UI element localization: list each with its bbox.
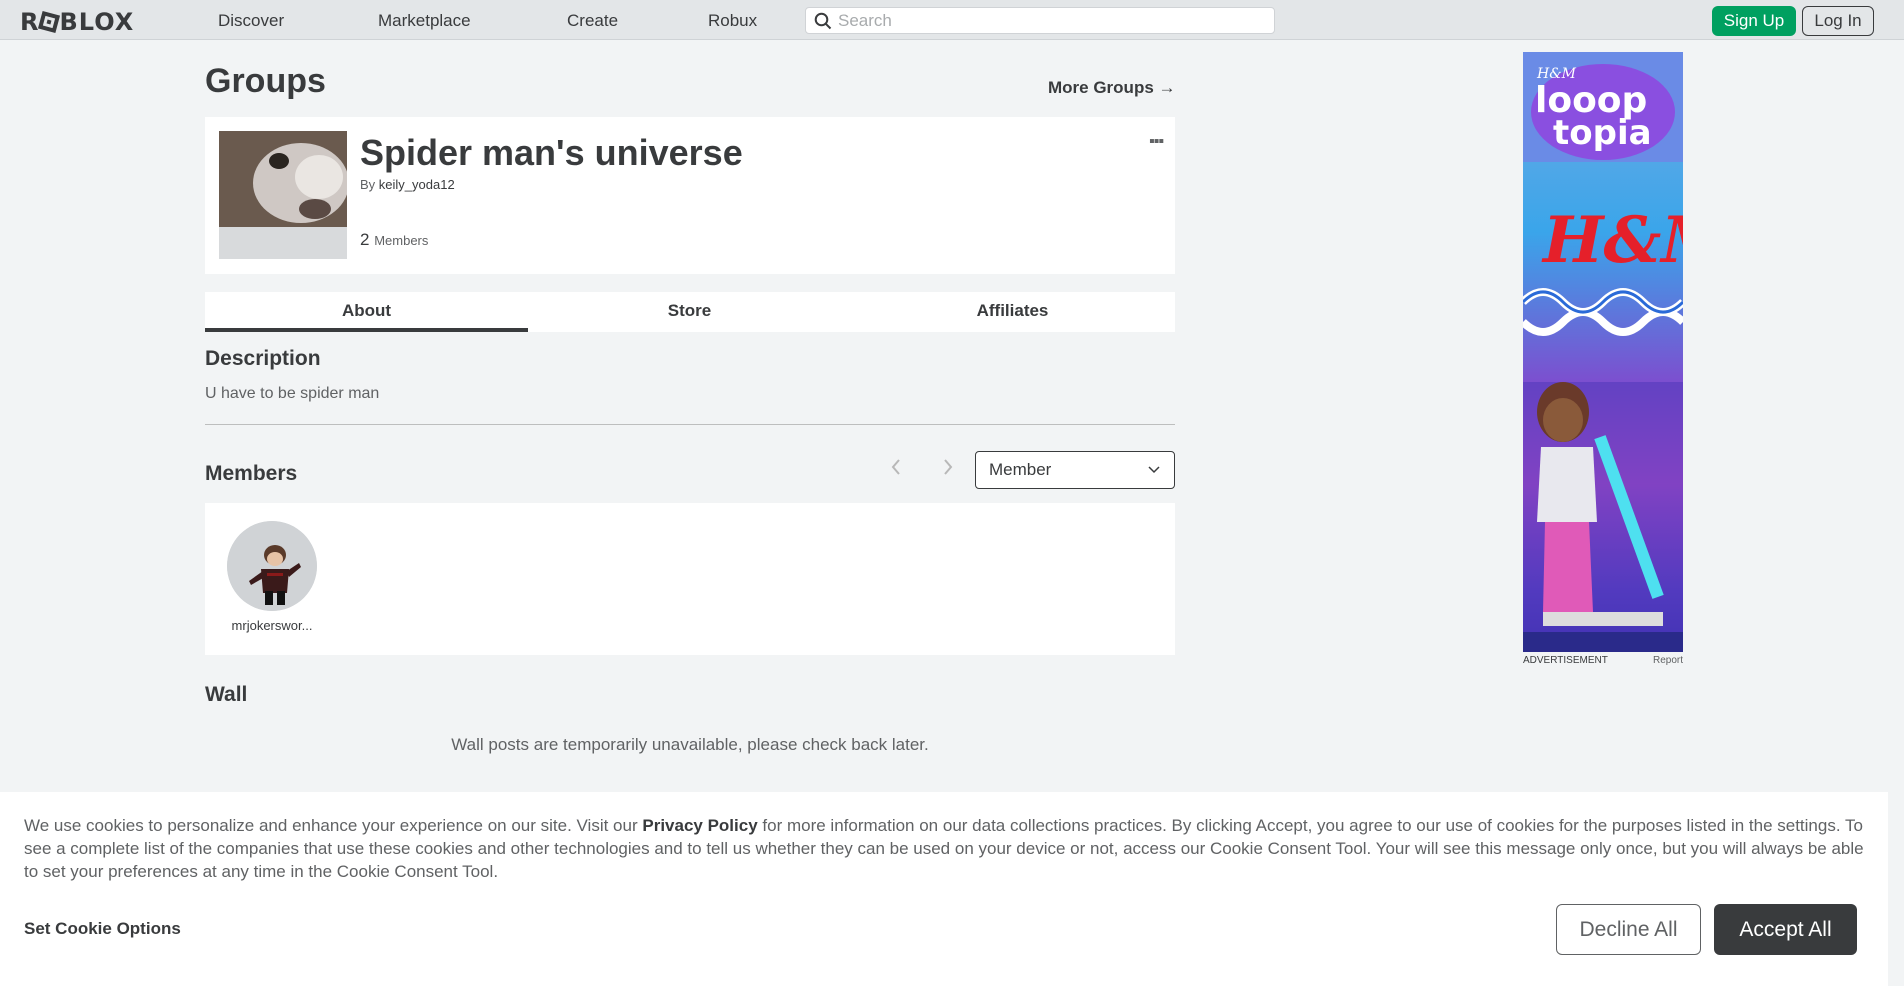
member-count-value: 2 — [360, 230, 370, 249]
avatar[interactable] — [227, 521, 317, 611]
wall-heading: Wall — [205, 683, 248, 706]
by-prefix: By — [360, 177, 376, 192]
scrollbar[interactable] — [1888, 40, 1904, 986]
chevron-left-icon[interactable] — [890, 458, 902, 482]
ad-brand-large: H&M — [1541, 203, 1683, 278]
group-header-card: Spider man's universe By keily_yoda12 2 … — [205, 117, 1175, 274]
nav-marketplace[interactable]: Marketplace — [378, 11, 471, 31]
description-heading: Description — [205, 347, 321, 370]
member-count-label: Members — [374, 233, 429, 248]
group-owner-line: By keily_yoda12 — [360, 177, 455, 192]
search-icon[interactable] — [814, 12, 832, 30]
group-emblem-image — [219, 131, 347, 259]
nav-create[interactable]: Create — [567, 11, 618, 31]
accept-all-button[interactable]: Accept All — [1714, 904, 1857, 955]
cookie-text-before: We use cookies to personalize and enhanc… — [24, 816, 643, 835]
nav-discover[interactable]: Discover — [218, 11, 284, 31]
chevron-right-icon[interactable] — [942, 458, 954, 482]
search-box — [805, 7, 1275, 34]
members-list: mrjokerswor... — [205, 503, 1175, 655]
divider — [205, 424, 1175, 425]
role-dropdown[interactable]: Member — [975, 451, 1175, 489]
page-title: Groups — [205, 62, 326, 100]
sign-up-button[interactable]: Sign Up — [1712, 6, 1796, 36]
set-cookie-options-link[interactable]: Set Cookie Options — [24, 919, 181, 939]
log-in-button[interactable]: Log In — [1802, 6, 1874, 36]
tab-about[interactable]: About — [205, 292, 528, 332]
search-input[interactable] — [838, 8, 1268, 33]
ad-headline-2: topia — [1553, 113, 1652, 153]
group-tabs: About Store Affiliates — [205, 292, 1175, 332]
description-text: U have to be spider man — [205, 385, 380, 402]
members-heading: Members — [205, 462, 298, 485]
more-groups-link[interactable]: More Groups → — [1048, 78, 1176, 98]
tab-affiliates[interactable]: Affiliates — [851, 292, 1174, 332]
nav-robux[interactable]: Robux — [708, 11, 757, 31]
ad-meta: ADVERTISEMENT Report — [1523, 655, 1683, 666]
member-name[interactable]: mrjokerswor... — [227, 618, 317, 633]
decline-all-button[interactable]: Decline All — [1556, 904, 1701, 955]
group-name: Spider man's universe — [360, 132, 743, 173]
chevron-down-icon — [1148, 466, 1160, 474]
roblox-logo[interactable]: R BLOX — [20, 8, 134, 36]
report-ad-link[interactable]: Report — [1653, 655, 1683, 666]
top-nav: R BLOX Discover Marketplace Create Robux … — [0, 0, 1904, 40]
cookie-banner: We use cookies to personalize and enhanc… — [0, 792, 1888, 986]
group-owner-link[interactable]: keily_yoda12 — [379, 177, 455, 192]
privacy-policy-link[interactable]: Privacy Policy — [642, 816, 757, 835]
advertisement-label: ADVERTISEMENT — [1523, 655, 1608, 666]
wall-unavailable-message: Wall posts are temporarily unavailable, … — [451, 735, 929, 754]
advertisement-banner[interactable]: H&M looop topia H&M — [1523, 52, 1683, 652]
member-count: 2 Members — [360, 230, 428, 250]
member-tile[interactable]: mrjokerswor... — [227, 521, 317, 633]
tab-store[interactable]: Store — [528, 292, 851, 332]
role-selected-value: Member — [989, 460, 1052, 479]
more-options-icon[interactable]: ▪▪▪ — [1149, 133, 1164, 151]
cookie-message: We use cookies to personalize and enhanc… — [24, 814, 1864, 883]
